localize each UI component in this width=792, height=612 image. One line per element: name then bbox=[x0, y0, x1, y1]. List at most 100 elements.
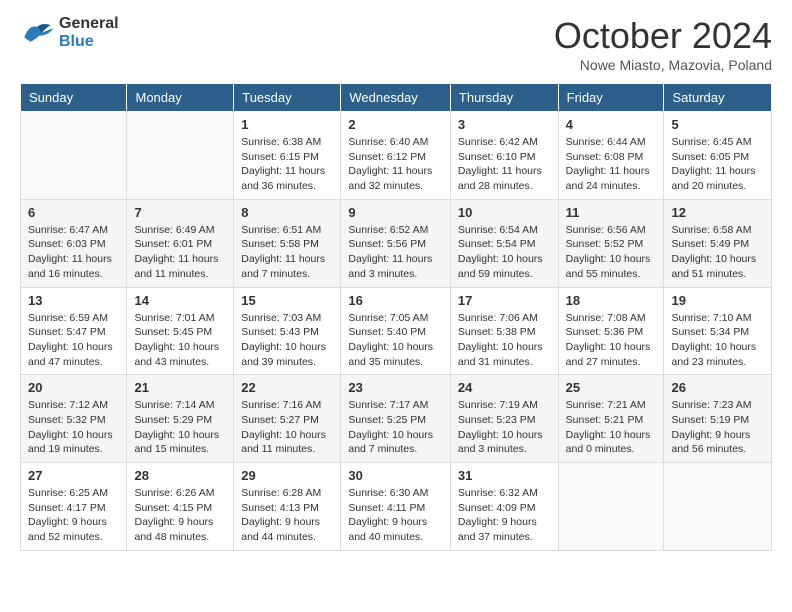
calendar-day-cell: 27 Sunrise: 6:25 AM Sunset: 4:17 PM Dayli… bbox=[21, 463, 127, 551]
day-info: Sunrise: 6:54 AM Sunset: 5:54 PM Dayligh… bbox=[458, 223, 551, 282]
logo-blue: Blue bbox=[59, 33, 119, 51]
day-info: Sunrise: 7:03 AM Sunset: 5:43 PM Dayligh… bbox=[241, 311, 333, 370]
day-info: Sunrise: 6:32 AM Sunset: 4:09 PM Dayligh… bbox=[458, 486, 551, 545]
calendar-day-cell: 31 Sunrise: 6:32 AM Sunset: 4:09 PM Dayli… bbox=[450, 463, 558, 551]
calendar-day-cell: 3 Sunrise: 6:42 AM Sunset: 6:10 PM Daylig… bbox=[450, 112, 558, 200]
day-info: Sunrise: 6:56 AM Sunset: 5:52 PM Dayligh… bbox=[566, 223, 657, 282]
day-info: Sunrise: 6:25 AM Sunset: 4:17 PM Dayligh… bbox=[28, 486, 119, 545]
day-info: Sunrise: 6:59 AM Sunset: 5:47 PM Dayligh… bbox=[28, 311, 119, 370]
day-info: Sunrise: 6:28 AM Sunset: 4:13 PM Dayligh… bbox=[241, 486, 333, 545]
calendar-day-cell: 24 Sunrise: 7:19 AM Sunset: 5:23 PM Dayli… bbox=[450, 375, 558, 463]
logo-text: General Blue bbox=[59, 15, 119, 51]
day-number: 31 bbox=[458, 468, 551, 483]
day-info: Sunrise: 7:16 AM Sunset: 5:27 PM Dayligh… bbox=[241, 398, 333, 457]
day-number: 5 bbox=[671, 117, 764, 132]
day-number: 28 bbox=[134, 468, 226, 483]
calendar-week-row: 6Sunrise: 6:47 AM Sunset: 6:03 PM Daylig… bbox=[21, 199, 772, 287]
col-sunday: Sunday bbox=[21, 84, 127, 112]
day-number: 26 bbox=[671, 380, 764, 395]
day-info: Sunrise: 7:21 AM Sunset: 5:21 PM Dayligh… bbox=[566, 398, 657, 457]
col-wednesday: Wednesday bbox=[341, 84, 451, 112]
calendar-day-cell: 20 Sunrise: 7:12 AM Sunset: 5:32 PM Dayli… bbox=[21, 375, 127, 463]
calendar-day-cell: 16Sunrise: 7:05 AM Sunset: 5:40 PM Dayli… bbox=[341, 287, 451, 375]
day-info: Sunrise: 7:12 AM Sunset: 5:32 PM Dayligh… bbox=[28, 398, 119, 457]
day-number: 23 bbox=[348, 380, 443, 395]
day-number: 19 bbox=[671, 293, 764, 308]
calendar-week-row: 1 Sunrise: 6:38 AM Sunset: 6:15 PM Daylig… bbox=[21, 112, 772, 200]
calendar-week-row: 20 Sunrise: 7:12 AM Sunset: 5:32 PM Dayli… bbox=[21, 375, 772, 463]
day-number: 12 bbox=[671, 205, 764, 220]
calendar-day-cell: 2Sunrise: 6:40 AM Sunset: 6:12 PM Daylig… bbox=[341, 112, 451, 200]
calendar-day-cell: 30Sunrise: 6:30 AM Sunset: 4:11 PM Dayli… bbox=[341, 463, 451, 551]
month-title: October 2024 bbox=[554, 15, 772, 57]
day-number: 9 bbox=[348, 205, 443, 220]
calendar-day-cell: 6Sunrise: 6:47 AM Sunset: 6:03 PM Daylig… bbox=[21, 199, 127, 287]
day-number: 7 bbox=[134, 205, 226, 220]
day-number: 24 bbox=[458, 380, 551, 395]
day-info: Sunrise: 7:10 AM Sunset: 5:34 PM Dayligh… bbox=[671, 311, 764, 370]
logo-general: General bbox=[59, 15, 119, 33]
day-number: 25 bbox=[566, 380, 657, 395]
page-container: General Blue October 2024 Nowe Miasto, M… bbox=[0, 0, 792, 566]
calendar-day-cell: 15 Sunrise: 7:03 AM Sunset: 5:43 PM Dayli… bbox=[234, 287, 341, 375]
day-info: Sunrise: 6:26 AM Sunset: 4:15 PM Dayligh… bbox=[134, 486, 226, 545]
calendar-day-cell: 7 Sunrise: 6:49 AM Sunset: 6:01 PM Daylig… bbox=[127, 199, 234, 287]
calendar-day-cell: 19 Sunrise: 7:10 AM Sunset: 5:34 PM Dayli… bbox=[664, 287, 772, 375]
day-number: 2 bbox=[348, 117, 443, 132]
calendar-day-cell: 10Sunrise: 6:54 AM Sunset: 5:54 PM Dayli… bbox=[450, 199, 558, 287]
calendar-day-cell: 28 Sunrise: 6:26 AM Sunset: 4:15 PM Dayli… bbox=[127, 463, 234, 551]
day-info: Sunrise: 7:06 AM Sunset: 5:38 PM Dayligh… bbox=[458, 311, 551, 370]
day-number: 3 bbox=[458, 117, 551, 132]
day-number: 18 bbox=[566, 293, 657, 308]
day-number: 6 bbox=[28, 205, 119, 220]
calendar-day-cell: 25 Sunrise: 7:21 AM Sunset: 5:21 PM Dayli… bbox=[558, 375, 664, 463]
day-number: 21 bbox=[134, 380, 226, 395]
day-info: Sunrise: 7:17 AM Sunset: 5:25 PM Dayligh… bbox=[348, 398, 443, 457]
calendar-day-cell: 4Sunrise: 6:44 AM Sunset: 6:08 PM Daylig… bbox=[558, 112, 664, 200]
day-number: 16 bbox=[348, 293, 443, 308]
calendar-day-cell: 5Sunrise: 6:45 AM Sunset: 6:05 PM Daylig… bbox=[664, 112, 772, 200]
col-monday: Monday bbox=[127, 84, 234, 112]
calendar-day-cell: 23 Sunrise: 7:17 AM Sunset: 5:25 PM Dayli… bbox=[341, 375, 451, 463]
calendar-day-cell: 12 Sunrise: 6:58 AM Sunset: 5:49 PM Dayli… bbox=[664, 199, 772, 287]
calendar-day-cell: 8 Sunrise: 6:51 AM Sunset: 5:58 PM Daylig… bbox=[234, 199, 341, 287]
day-info: Sunrise: 6:38 AM Sunset: 6:15 PM Dayligh… bbox=[241, 135, 333, 194]
day-info: Sunrise: 7:14 AM Sunset: 5:29 PM Dayligh… bbox=[134, 398, 226, 457]
day-number: 14 bbox=[134, 293, 226, 308]
day-number: 13 bbox=[28, 293, 119, 308]
page-header: General Blue October 2024 Nowe Miasto, M… bbox=[20, 15, 772, 73]
day-number: 30 bbox=[348, 468, 443, 483]
calendar-day-cell: 21 Sunrise: 7:14 AM Sunset: 5:29 PM Dayli… bbox=[127, 375, 234, 463]
day-number: 15 bbox=[241, 293, 333, 308]
day-info: Sunrise: 6:52 AM Sunset: 5:56 PM Dayligh… bbox=[348, 223, 443, 282]
location: Nowe Miasto, Mazovia, Poland bbox=[554, 57, 772, 73]
col-thursday: Thursday bbox=[450, 84, 558, 112]
calendar-week-row: 13 Sunrise: 6:59 AM Sunset: 5:47 PM Dayli… bbox=[21, 287, 772, 375]
calendar-day-cell: 22Sunrise: 7:16 AM Sunset: 5:27 PM Dayli… bbox=[234, 375, 341, 463]
day-info: Sunrise: 6:58 AM Sunset: 5:49 PM Dayligh… bbox=[671, 223, 764, 282]
calendar-table: Sunday Monday Tuesday Wednesday Thursday… bbox=[20, 83, 772, 551]
calendar-day-cell bbox=[127, 112, 234, 200]
calendar-week-row: 27 Sunrise: 6:25 AM Sunset: 4:17 PM Dayli… bbox=[21, 463, 772, 551]
calendar-day-cell: 14 Sunrise: 7:01 AM Sunset: 5:45 PM Dayli… bbox=[127, 287, 234, 375]
calendar-day-cell bbox=[664, 463, 772, 551]
day-info: Sunrise: 6:49 AM Sunset: 6:01 PM Dayligh… bbox=[134, 223, 226, 282]
day-number: 27 bbox=[28, 468, 119, 483]
day-number: 1 bbox=[241, 117, 333, 132]
calendar-day-cell: 1 Sunrise: 6:38 AM Sunset: 6:15 PM Daylig… bbox=[234, 112, 341, 200]
day-info: Sunrise: 6:44 AM Sunset: 6:08 PM Dayligh… bbox=[566, 135, 657, 194]
calendar-day-cell: 17Sunrise: 7:06 AM Sunset: 5:38 PM Dayli… bbox=[450, 287, 558, 375]
day-number: 29 bbox=[241, 468, 333, 483]
day-info: Sunrise: 7:19 AM Sunset: 5:23 PM Dayligh… bbox=[458, 398, 551, 457]
logo-icon bbox=[20, 19, 55, 47]
day-number: 20 bbox=[28, 380, 119, 395]
col-friday: Friday bbox=[558, 84, 664, 112]
day-info: Sunrise: 6:42 AM Sunset: 6:10 PM Dayligh… bbox=[458, 135, 551, 194]
col-saturday: Saturday bbox=[664, 84, 772, 112]
day-info: Sunrise: 7:08 AM Sunset: 5:36 PM Dayligh… bbox=[566, 311, 657, 370]
day-info: Sunrise: 7:01 AM Sunset: 5:45 PM Dayligh… bbox=[134, 311, 226, 370]
calendar-day-cell: 13 Sunrise: 6:59 AM Sunset: 5:47 PM Dayli… bbox=[21, 287, 127, 375]
day-number: 8 bbox=[241, 205, 333, 220]
calendar-header-row: Sunday Monday Tuesday Wednesday Thursday… bbox=[21, 84, 772, 112]
day-info: Sunrise: 6:51 AM Sunset: 5:58 PM Dayligh… bbox=[241, 223, 333, 282]
